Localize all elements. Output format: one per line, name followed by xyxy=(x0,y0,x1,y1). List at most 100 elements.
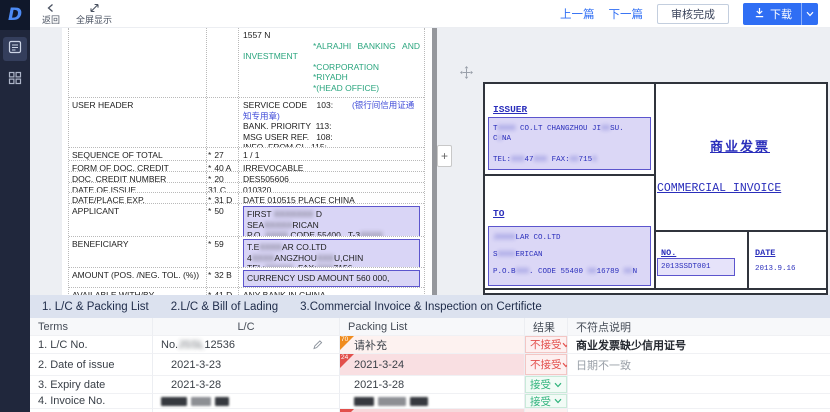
highlight-annotation[interactable]: CURRENCY USD AMOUNT 560 000, xyxy=(243,270,420,287)
swift-line: FIRST XXXXXXX D xyxy=(247,209,416,220)
tab-commercial-invoice-inspection[interactable]: 3.Commercial Invoice & Inspection on Cer… xyxy=(300,301,542,313)
invoice-grid-line xyxy=(654,84,656,288)
text-segment: 1557 N xyxy=(243,30,270,40)
issuer-label: ISSUER xyxy=(493,104,527,115)
tab-lc-packing-list[interactable]: 1. L/C & Packing List xyxy=(42,301,149,313)
redacted-text: XXX xyxy=(534,156,548,164)
invoice-grid-line xyxy=(485,288,826,290)
download-button[interactable]: 下载 xyxy=(743,3,801,25)
to-label: TO xyxy=(493,208,504,219)
sidebar-item-apps[interactable] xyxy=(3,68,27,92)
swift-tag-code: 31 D xyxy=(214,195,232,201)
redacted-text: XXXXX xyxy=(264,220,292,230)
text-segment: *ALRAJHI xyxy=(313,41,351,52)
fullscreen-button[interactable]: 全屏显示 xyxy=(76,3,112,25)
swift-field-code: 31 C xyxy=(206,183,239,192)
swift-mandatory-mark: * xyxy=(208,206,211,234)
swift-tag-code: 40 A xyxy=(214,163,231,169)
result-select[interactable]: 接受 xyxy=(530,377,562,392)
next-article-link[interactable]: 下一篇 xyxy=(609,6,644,22)
swift-tag-code: 59 xyxy=(214,239,223,265)
column-header-4: 不符点说明 xyxy=(568,318,830,336)
highlight-annotation[interactable]: T.EXXXXAR CO.LTD4XXXXANGZHOUXXXU,CHINTEL… xyxy=(243,239,420,268)
highlight-annotation[interactable]: FIRST XXXXXXX DSEAXXXXXRICANP.O. XXXX CO… xyxy=(243,206,420,237)
text-segment: P.O.B xyxy=(493,268,516,276)
swift-field-label: BENEFICIARY xyxy=(69,237,206,267)
swift-field-code: *31 D xyxy=(206,193,239,203)
compare-packing-cell xyxy=(340,394,525,409)
text-segment: DATE 010515 PLACE CHINA xyxy=(243,195,355,204)
swift-field-value: FIRST XXXXXXX DSEAXXXXXRICANP.O. XXXX CO… xyxy=(239,204,424,236)
text-segment: . CODE 55400 xyxy=(529,268,588,276)
fullscreen-label: 全屏显示 xyxy=(76,16,112,25)
discrepancy-note-cell: 日期不一致 xyxy=(568,354,830,376)
app-logo[interactable]: D xyxy=(0,0,30,30)
swift-field-code: *32 B xyxy=(206,268,239,287)
table-row: 2. Date of issue2021-3-23242021-3-24不接受日… xyxy=(30,354,830,376)
text-segment: 47 xyxy=(525,156,534,164)
move-handle-icon[interactable] xyxy=(460,66,473,84)
result-label: 接受 xyxy=(530,377,551,392)
swift-line: IRREVOCABLE xyxy=(243,163,420,172)
swift-field-value: T.EXXXXAR CO.LTD4XXXXANGZHOUXXXU,CHINTEL… xyxy=(239,237,424,267)
column-header-label: Terms xyxy=(38,321,68,333)
swift-line: T.EXXXXAR CO.LTD xyxy=(247,242,416,253)
redacted-block xyxy=(378,397,406,406)
redacted-text: XXXX xyxy=(498,251,516,259)
text-segment: SEA xyxy=(247,220,264,230)
swift-line: MSG USER REF. 108: xyxy=(243,132,420,143)
edit-pencil-icon[interactable] xyxy=(312,339,323,350)
tab-lc-bill-of-lading[interactable]: 2.L/C & Bill of Lading xyxy=(171,301,278,313)
redacted-block xyxy=(215,397,229,406)
corner-badge-text: 24 xyxy=(341,354,348,362)
result-select[interactable]: 接受 xyxy=(530,394,562,409)
swift-field-label: USER HEADER xyxy=(69,98,206,147)
swift-mandatory-mark: * xyxy=(208,174,211,180)
swift-field-label: DATE/PLACE EXP. xyxy=(69,193,206,203)
review-complete-button[interactable]: 审核完成 xyxy=(657,4,729,24)
download-icon xyxy=(754,7,765,21)
back-button[interactable]: 返回 xyxy=(42,3,60,25)
result-select[interactable]: 不接受 xyxy=(530,337,568,352)
to-highlight-box[interactable]: JXXXXLAR CO.LTDSXXXXERICANP.O.BXXX. CODE… xyxy=(488,226,651,286)
invoice-no-value[interactable]: 2013SSDT001 xyxy=(657,258,735,276)
prev-article-link[interactable]: 上一篇 xyxy=(560,6,595,22)
swift-field-value: DES505606 xyxy=(239,172,424,182)
compare-lc-cell: 2021-3-28 xyxy=(153,376,340,394)
invoice-date-value: 2013.9.16 xyxy=(755,265,796,273)
redacted-text: XX xyxy=(624,268,633,276)
swift-row: DOC. CREDIT NUMBER*20 DES505606 xyxy=(69,172,424,183)
column-header-label: L/C xyxy=(237,321,254,333)
text-segment: *CORPORATION xyxy=(313,62,379,72)
swift-mandatory-mark: * xyxy=(208,195,211,201)
download-dropdown[interactable] xyxy=(801,3,818,25)
swift-row: FORM OF DOC. CREDIT*40 AIRREVOCABLE xyxy=(69,161,424,172)
result-select[interactable]: 不接受 xyxy=(530,357,568,372)
swift-line: SEAXXXXXRICAN xyxy=(247,220,416,231)
swift-field-label: SEQUENCE OF TOTAL xyxy=(69,148,206,160)
swift-field-value: 1 / 1 xyxy=(239,148,424,160)
swift-field-value: 1557 N*ALRAJHIBANKINGANDINVESTMENT*CORPO… xyxy=(239,28,424,97)
issuer-highlight-box[interactable]: TXXXX CO.LT CHANGZHOU JIXXSU. CXNATEL:XX… xyxy=(488,117,651,170)
compare-packing-cell: 70请补充 xyxy=(340,336,525,354)
swift-tag-code: 20 xyxy=(214,174,223,180)
expand-plus-button[interactable]: + xyxy=(437,145,452,167)
text-segment: IRREVOCABLE xyxy=(243,163,303,172)
swift-field-label: DOC. CREDIT NUMBER xyxy=(69,172,206,182)
discrepancy-note-cell: 商业发票缺少信用证号 xyxy=(568,336,830,354)
swift-field-value: SERVICE CODE 103: (银行间信用证通知专用章)BANK. PRI… xyxy=(239,98,424,147)
result-label: 不接受 xyxy=(530,357,562,372)
swift-line: INVESTMENT xyxy=(243,51,420,62)
sidebar-item-documents[interactable] xyxy=(3,37,27,61)
swift-row: DATE/PLACE EXP.*31 D DATE 010515 PLACE CH… xyxy=(69,193,424,204)
invoice-grid-line xyxy=(654,230,826,232)
swift-field-value: DATE 010515 PLACE CHINA xyxy=(239,193,424,203)
swift-field-code: *40 A xyxy=(206,161,239,171)
invoice-grid-line xyxy=(747,230,749,288)
invoice-line: TEL:XXX47XXX FAX:XX715X xyxy=(493,155,646,165)
text-segment: 715 xyxy=(579,156,593,164)
text-segment: No. xyxy=(161,339,178,351)
compare-table: TermsL/CPacking List结果不符点说明1. L/C No.No.… xyxy=(30,318,830,412)
swift-row: AVAILABLE WITH/BY*41 DANY BANK IN CHINA xyxy=(69,288,424,295)
text-segment: 2021-3-28 xyxy=(354,379,404,391)
